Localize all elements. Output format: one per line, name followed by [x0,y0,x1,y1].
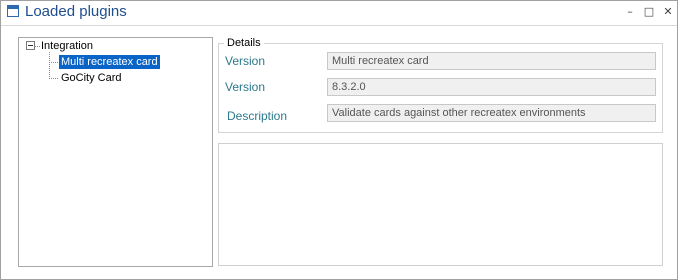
plugin-tree[interactable]: Integration Multi recreatex card GoCity … [18,37,213,267]
tree-node-multi-recreatex-card[interactable]: Multi recreatex card [59,55,160,69]
title-bar: Loaded plugins – □ ✕ [1,1,677,26]
minimize-button[interactable]: – [623,5,637,19]
window-title: Loaded plugins [25,3,127,20]
collapse-icon[interactable] [26,41,35,50]
version-label: Version [225,80,266,94]
description-label: Description [227,109,288,123]
close-button[interactable]: ✕ [661,5,675,19]
description-field[interactable]: Validate cards against other recreatex e… [327,104,656,122]
window-icon [7,5,19,17]
version-label: Version [225,54,266,68]
tree-connector [49,62,58,63]
tree-node-gocity-card[interactable]: GoCity Card [61,71,122,85]
maximize-button[interactable]: □ [642,5,656,19]
version-field[interactable]: 8.3.2.0 [327,78,656,96]
tree-connector [35,46,40,47]
plugin-name-field[interactable]: Multi recreatex card [327,52,656,70]
details-legend: Details [224,37,264,49]
plugin-content-panel [218,143,663,266]
tree-connector [49,78,58,79]
loaded-plugins-window: Loaded plugins – □ ✕ Integration Multi r… [0,0,678,280]
tree-connector [49,52,50,79]
tree-node-integration[interactable]: Integration [41,39,93,53]
